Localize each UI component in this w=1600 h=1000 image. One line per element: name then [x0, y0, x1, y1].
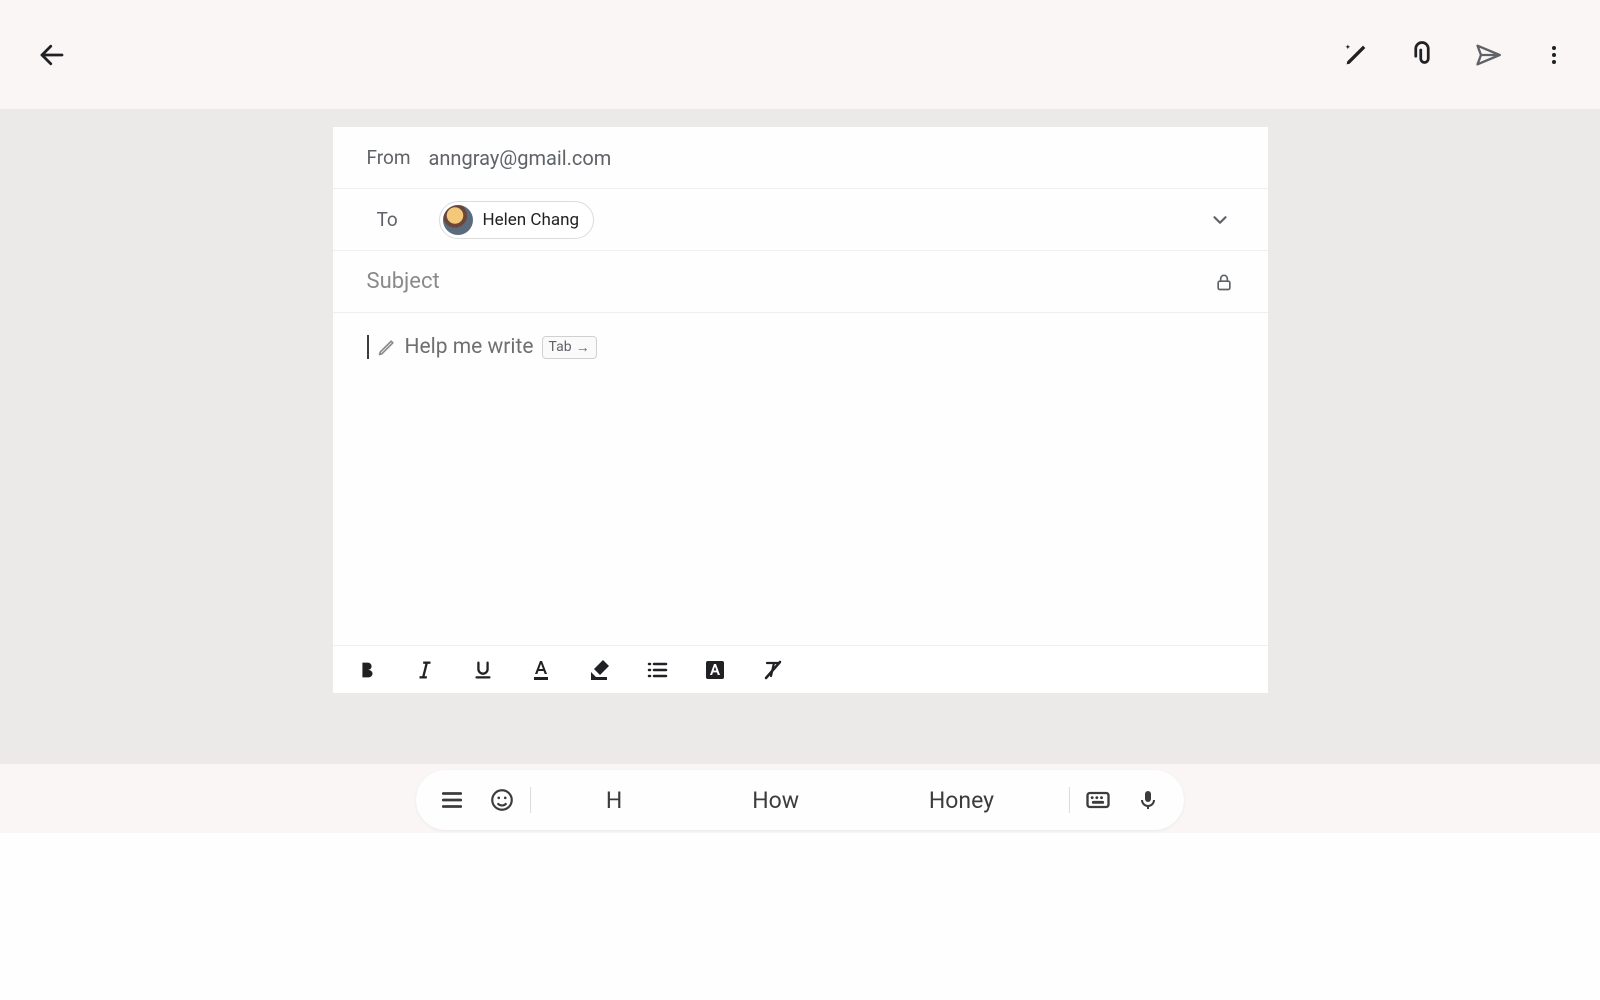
attachment-icon [1407, 40, 1437, 70]
back-arrow-icon [37, 40, 67, 70]
highlight-icon [587, 658, 611, 682]
text-color-icon [529, 658, 553, 682]
more-vert-icon [1542, 43, 1566, 67]
chevron-down-icon [1209, 209, 1231, 231]
tab-hint-arrow: → [576, 339, 590, 356]
emoji-button[interactable] [484, 782, 520, 818]
app-bar-right [1338, 37, 1572, 73]
suggestion-word-1[interactable]: H [586, 781, 642, 820]
text-color-button[interactable] [527, 656, 555, 684]
font-bg-icon [703, 658, 727, 682]
highlight-button[interactable] [585, 656, 613, 684]
confidential-mode-button[interactable] [1214, 272, 1234, 292]
to-row[interactable]: To Helen Chang [333, 189, 1268, 251]
mic-icon [1136, 788, 1160, 812]
clear-format-icon [761, 658, 785, 682]
recipient-chip[interactable]: Helen Chang [439, 201, 595, 239]
avatar [443, 205, 473, 235]
separator [530, 787, 531, 813]
bold-button[interactable] [353, 656, 381, 684]
app-bar [0, 0, 1600, 109]
suggestion-word-2[interactable]: How [732, 781, 819, 820]
send-icon [1474, 41, 1502, 69]
more-options-button[interactable] [1536, 37, 1572, 73]
from-value: anngray@gmail.com [429, 146, 612, 170]
italic-icon [414, 659, 436, 681]
bottom-strip [0, 833, 1600, 1000]
keyboard-menu-button[interactable] [434, 782, 470, 818]
from-label: From [367, 146, 425, 169]
keyboard-toggle-button[interactable] [1080, 782, 1116, 818]
italic-button[interactable] [411, 656, 439, 684]
back-button[interactable] [28, 31, 76, 79]
from-row[interactable]: From anngray@gmail.com [333, 127, 1268, 189]
underline-button[interactable] [469, 656, 497, 684]
help-me-write-hint[interactable]: Help me write Tab → [367, 335, 1234, 359]
magic-write-button[interactable] [1338, 37, 1374, 73]
app-bar-left [28, 31, 76, 79]
to-label: To [377, 208, 439, 231]
clear-format-button[interactable] [759, 656, 787, 684]
pencil-icon [377, 337, 397, 357]
magic-pen-icon [1342, 41, 1370, 69]
lock-icon [1214, 272, 1234, 292]
subject-placeholder: Subject [367, 269, 440, 294]
compose-card: From anngray@gmail.com To Helen Chang Su… [333, 127, 1268, 693]
suggestion-word-3[interactable]: Honey [909, 781, 1014, 820]
keyboard-icon [1084, 786, 1112, 814]
expand-recipients-button[interactable] [1206, 206, 1234, 234]
send-button[interactable] [1470, 37, 1506, 73]
menu-icon [439, 787, 465, 813]
recipient-name: Helen Chang [483, 210, 580, 230]
compose-body[interactable]: Help me write Tab → [333, 313, 1268, 693]
separator [1069, 787, 1070, 813]
tab-hint-label: Tab [549, 339, 572, 355]
list-button[interactable] [643, 656, 671, 684]
text-cursor [367, 335, 369, 359]
suggestion-words: H How Honey [541, 781, 1059, 820]
tab-hint: Tab → [542, 336, 597, 359]
emoji-icon [489, 787, 515, 813]
format-toolbar [333, 645, 1268, 693]
underline-icon [472, 659, 494, 681]
compose-wrapper: From anngray@gmail.com To Helen Chang Su… [0, 109, 1600, 693]
font-background-button[interactable] [701, 656, 729, 684]
help-me-write-label: Help me write [405, 335, 534, 359]
voice-input-button[interactable] [1130, 782, 1166, 818]
attach-button[interactable] [1404, 37, 1440, 73]
subject-row[interactable]: Subject [333, 251, 1268, 313]
suggestion-pill: H How Honey [416, 770, 1184, 830]
bold-icon [356, 659, 378, 681]
keyboard-suggestion-bar: H How Honey [0, 764, 1600, 834]
list-icon [645, 658, 669, 682]
